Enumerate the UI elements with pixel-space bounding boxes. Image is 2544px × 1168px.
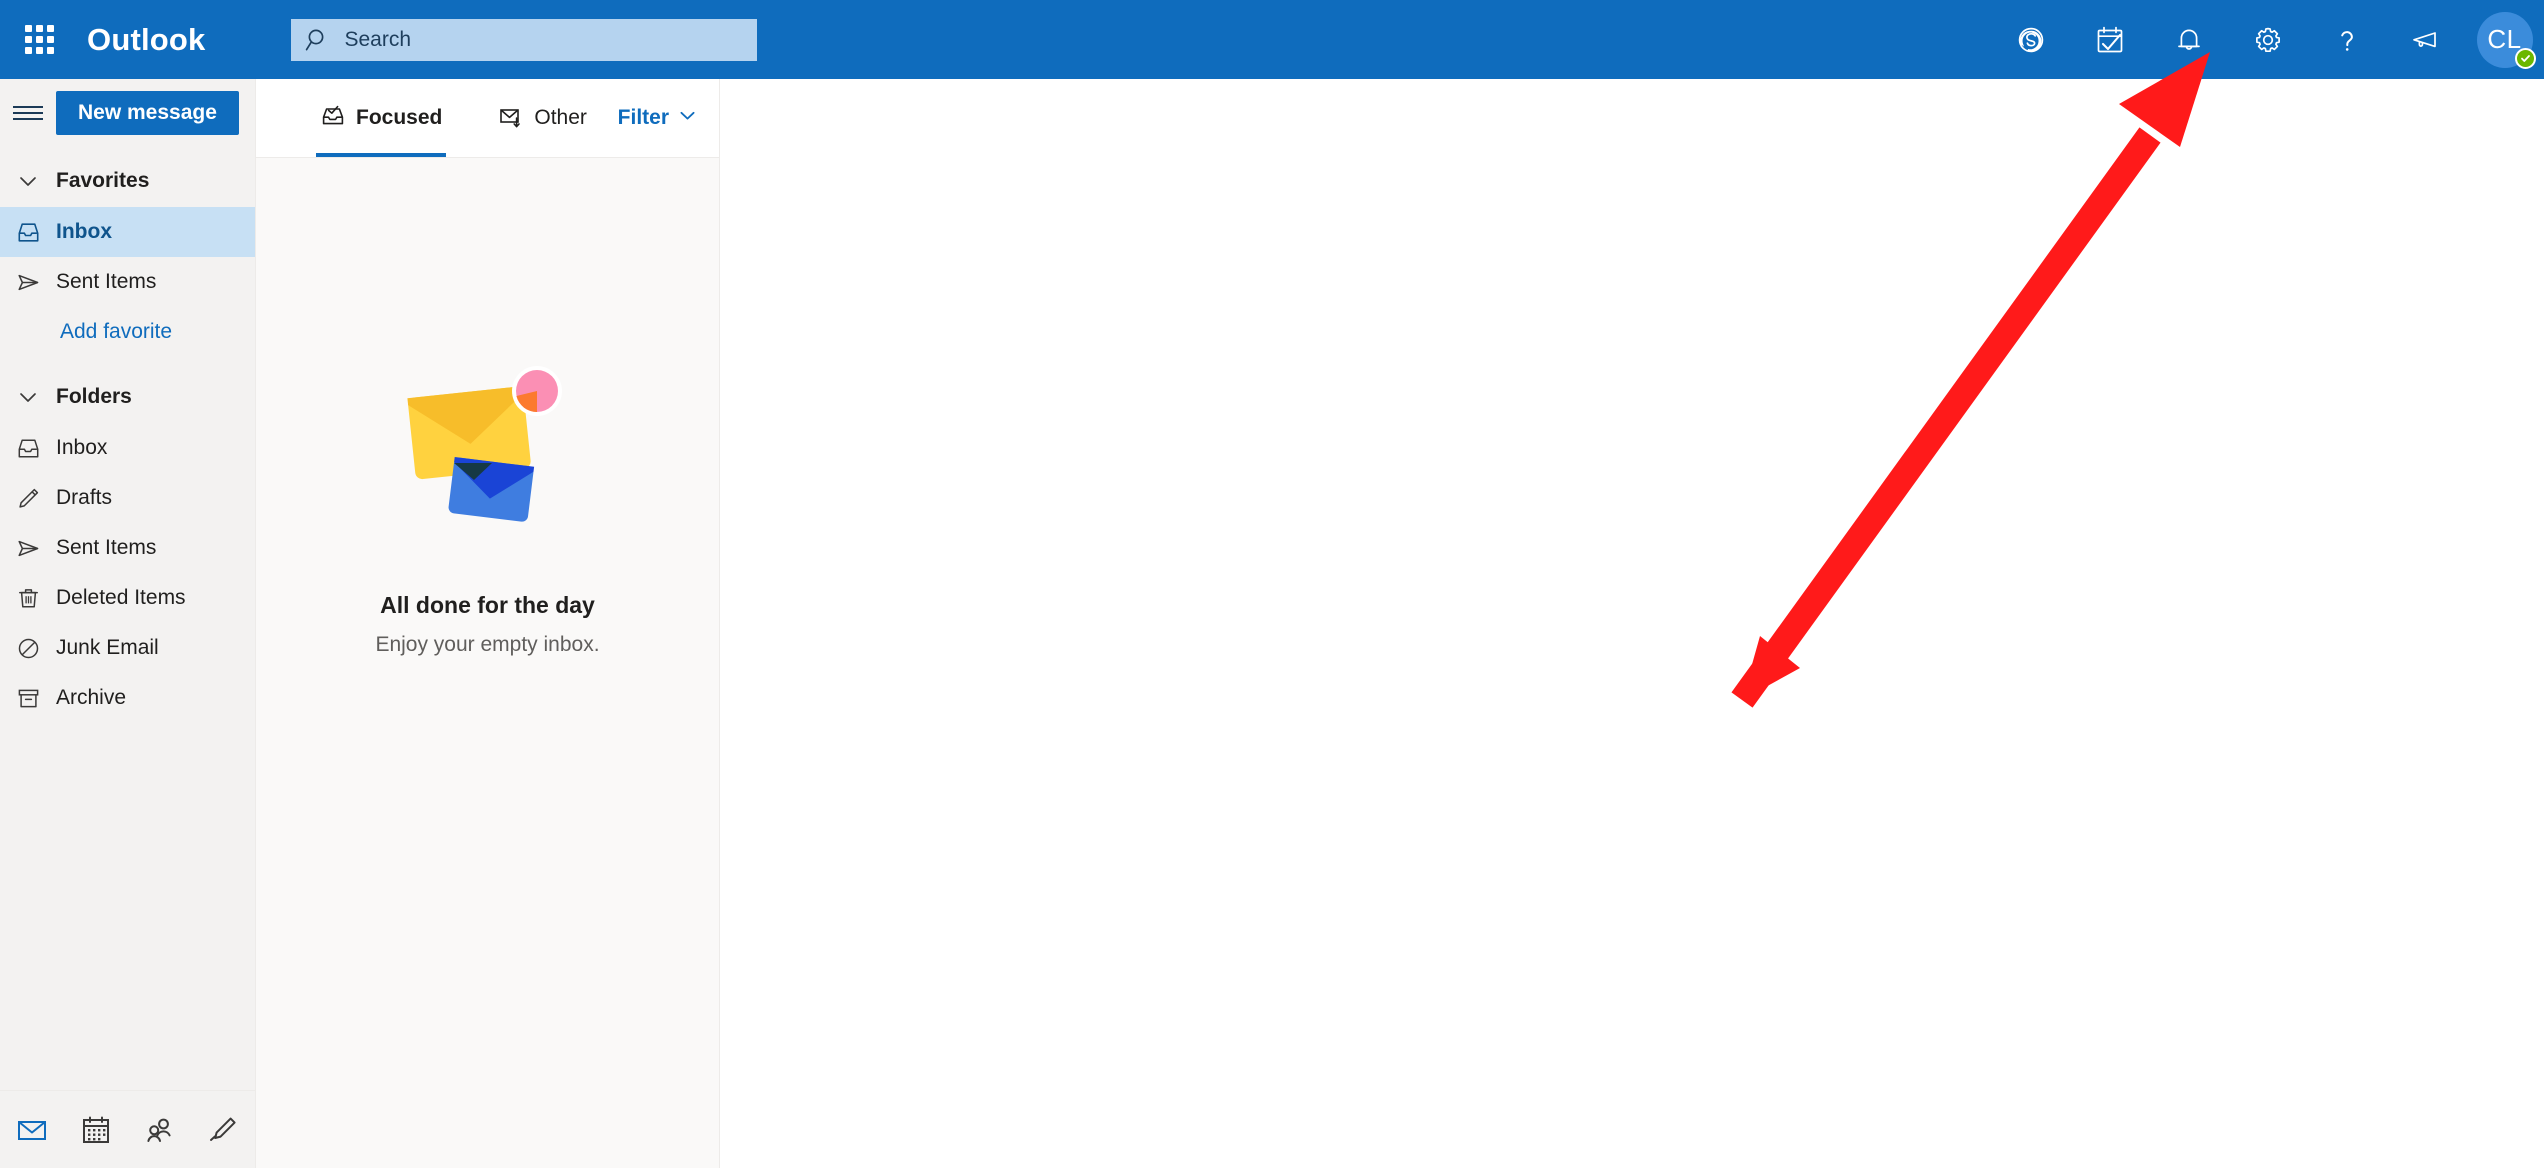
sidebar-item-favorites-sent[interactable]: Sent Items (0, 257, 255, 307)
presence-available-badge (2515, 48, 2536, 69)
sidebar-item-deleted-items[interactable]: Deleted Items (0, 573, 255, 623)
chevron-down-icon (0, 386, 56, 408)
sidebar-item-label: Drafts (56, 486, 113, 509)
sidebar-item-label: Inbox (56, 436, 108, 459)
tab-focused-label: Focused (356, 106, 443, 129)
send-icon (0, 270, 56, 295)
search-input[interactable] (344, 27, 743, 52)
empty-inbox-illustration (388, 358, 588, 548)
outlook-web-app: Outlook Search CL New message Favorites … (0, 0, 2544, 1168)
folder-tree: Favorites Inbox Sent Items Add favorite … (0, 147, 255, 1090)
empty-inbox-state: All done for the day Enjoy your empty in… (256, 158, 719, 1168)
navigation-pane: New message Favorites Inbox Sent Items A… (0, 79, 256, 1168)
app-switcher-bar (0, 1090, 255, 1168)
add-favorite-link[interactable]: Add favorite (0, 307, 255, 357)
sidebar-item-sent-items[interactable]: Sent Items (0, 523, 255, 573)
tab-other[interactable]: Other (494, 79, 591, 157)
help-icon[interactable] (2307, 0, 2386, 79)
feedback-megaphone-icon[interactable] (2386, 0, 2465, 79)
chevron-down-icon (678, 106, 697, 130)
new-message-button[interactable]: New message (56, 91, 239, 135)
inbox-icon (0, 220, 56, 245)
add-favorite-label: Add favorite (60, 320, 173, 343)
search-icon (305, 27, 331, 53)
navigation-pane-top: New message (0, 79, 255, 147)
message-list-header: Focused Other Filter (256, 79, 719, 158)
sidebar-item-junk-email[interactable]: Junk Email (0, 623, 255, 673)
filter-label: Filter (617, 106, 669, 129)
inbox-icon (0, 436, 56, 461)
settings-gear-icon[interactable] (2228, 0, 2307, 79)
empty-state-subtitle: Enjoy your empty inbox. (375, 633, 600, 656)
archive-icon (0, 686, 56, 711)
sidebar-item-label: Sent Items (56, 270, 157, 293)
todo-icon[interactable] (2070, 0, 2149, 79)
folders-group-title: Folders (56, 385, 132, 408)
sidebar-item-label: Sent Items (56, 536, 157, 559)
other-mail-icon (498, 103, 524, 134)
header-action-icons: CL (1991, 0, 2544, 79)
mail-app-icon[interactable] (0, 1091, 64, 1168)
pencil-icon (0, 486, 56, 511)
todo-app-icon[interactable] (191, 1091, 255, 1168)
send-icon (0, 536, 56, 561)
hamburger-menu-icon[interactable] (0, 102, 56, 124)
notifications-icon[interactable] (2149, 0, 2228, 79)
folders-group-header[interactable]: Folders (0, 371, 255, 423)
block-icon (0, 636, 56, 661)
chevron-down-icon (0, 170, 56, 192)
sidebar-item-inbox[interactable]: Inbox (0, 423, 255, 473)
app-header: Outlook Search CL (0, 0, 2544, 79)
app-brand-title: Outlook (87, 21, 206, 57)
avatar[interactable]: CL (2465, 0, 2544, 79)
reading-pane (720, 79, 2544, 1168)
waffle-grid (25, 25, 54, 54)
sidebar-item-drafts[interactable]: Drafts (0, 473, 255, 523)
skype-icon[interactable] (1991, 0, 2070, 79)
filter-dropdown[interactable]: Filter (614, 79, 701, 157)
favorites-group-header[interactable]: Favorites (0, 155, 255, 207)
people-app-icon[interactable] (128, 1091, 192, 1168)
sidebar-item-label: Junk Email (56, 636, 159, 659)
sidebar-item-label: Archive (56, 686, 127, 709)
app-launcher-icon[interactable] (0, 0, 79, 79)
trash-icon (0, 586, 56, 611)
tab-focused[interactable]: Focused (316, 79, 447, 157)
sidebar-item-label: Inbox (56, 220, 112, 243)
sidebar-item-label: Deleted Items (56, 586, 186, 609)
calendar-app-icon[interactable] (64, 1091, 128, 1168)
favorites-group-title: Favorites (56, 169, 150, 192)
message-list-pane: Focused Other Filter All done for the da… (256, 79, 720, 1168)
search-box[interactable] (290, 18, 757, 61)
sidebar-item-archive[interactable]: Archive (0, 673, 255, 723)
tab-other-label: Other (534, 106, 587, 129)
empty-state-title: All done for the day (380, 592, 595, 618)
focused-inbox-icon (320, 103, 346, 134)
app-body: New message Favorites Inbox Sent Items A… (0, 79, 2544, 1168)
sidebar-item-favorites-inbox[interactable]: Inbox (0, 207, 255, 257)
